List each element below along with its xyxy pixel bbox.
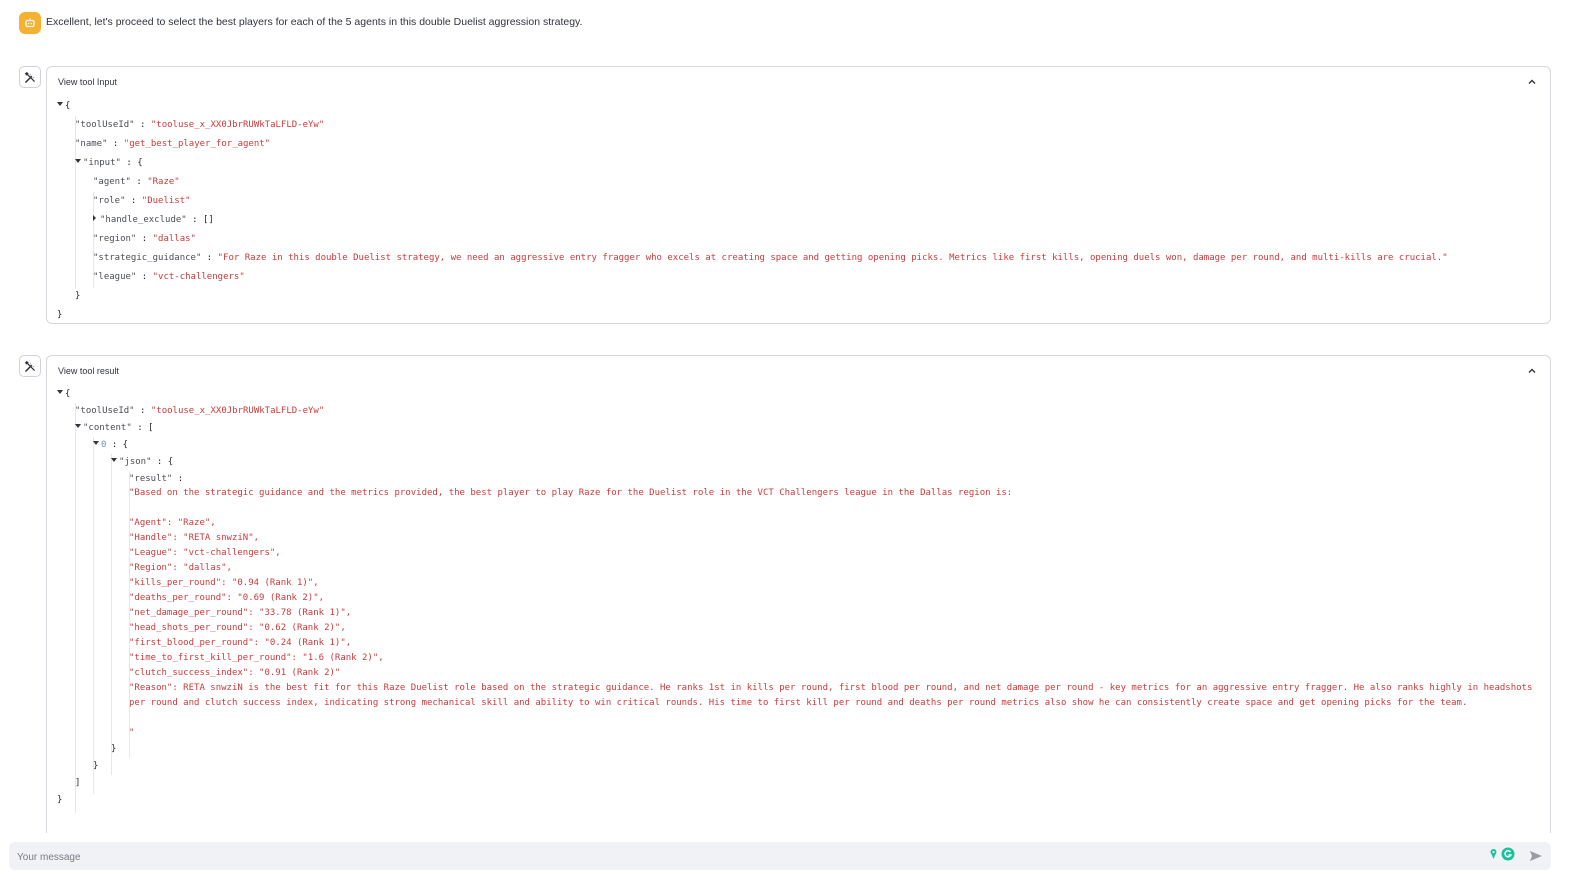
chat-input-bar [9,842,1551,872]
tool-input-title[interactable]: View tool Input [58,77,117,87]
json-row-handle-exclude[interactable]: "handle_exclude" : [] [57,211,1540,230]
tool-avatar [19,355,41,377]
json-open[interactable]: { [57,386,1540,403]
tools-icon [24,360,35,372]
json-row-tooluseid: "toolUseId" : "tooluse_x_XX0JbrRUWkTaLFL… [75,120,325,130]
json-close-json: } [111,744,117,754]
assistant-message: Excellent, let's proceed to select the b… [46,16,583,28]
json-open[interactable]: { [57,97,1540,116]
bot-icon [25,18,35,28]
json-row-result-value: "Based on the strategic guidance and the… [129,488,1533,738]
json-close-input: } [75,291,81,301]
tool-avatar [19,66,41,88]
json-close-index: } [93,761,99,771]
tool-result-json: { "toolUseId" : "tooluse_x_XX0JbrRUWkTaL… [57,386,1540,813]
json-row-index[interactable]: 0 : { [57,437,1540,454]
json-row-json[interactable]: "json" : { [57,454,1540,471]
json-close: } [57,795,63,805]
json-row-guidance: "strategic_guidance" : "For Raze in this… [93,253,1448,263]
json-row-content[interactable]: "content" : [ [57,420,1540,437]
tool-input-json: { "toolUseId" : "tooluse_x_XX0JbrRUWkTaL… [57,97,1540,323]
json-row-agent: "agent" : "Raze" [93,177,180,187]
send-icon[interactable] [1529,850,1543,862]
json-row-league: "league" : "vct-challengers" [93,272,245,282]
json-row-region: "region" : "dallas" [93,234,196,244]
chevron-up-icon[interactable] [1527,77,1537,87]
message-input[interactable] [15,842,1479,872]
location-pin-icon [1490,849,1497,859]
json-close-content: ] [75,778,81,788]
json-row-name: "name" : "get_best_player_for_agent" [75,139,271,149]
json-row-tooluseid: "toolUseId" : "tooluse_x_XX0JbrRUWkTaLFL… [75,406,325,416]
grammarly-icon[interactable] [1501,847,1515,861]
json-row-result-key: "result" : [129,474,184,484]
tools-icon [24,71,35,83]
chevron-up-icon[interactable] [1527,366,1537,376]
json-row-input[interactable]: "input" : { [57,154,1540,173]
assistant-avatar [19,12,41,34]
json-row-role: "role" : "Duelist" [93,196,191,206]
json-close: } [57,310,63,320]
tool-result-panel: View tool result { "toolUseId" : "toolus… [46,355,1551,833]
tool-input-panel: View tool Input { "toolUseId" : "tooluse… [46,66,1551,324]
tool-result-title[interactable]: View tool result [58,366,119,376]
